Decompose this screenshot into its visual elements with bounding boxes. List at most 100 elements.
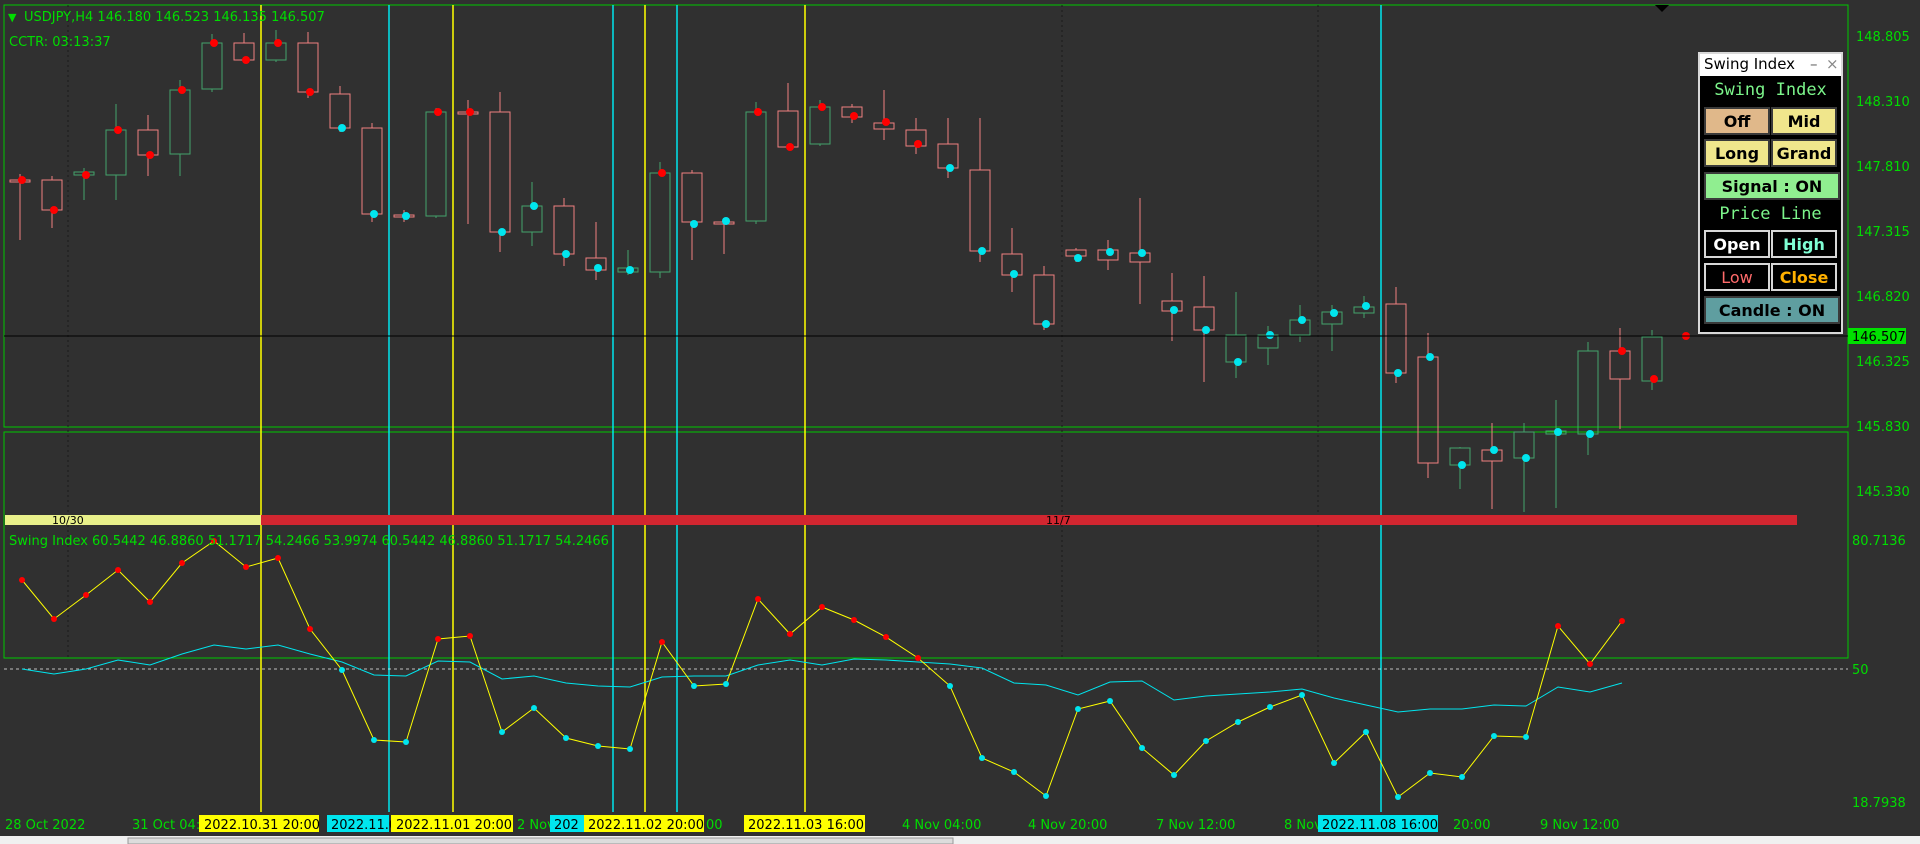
triangle-down-icon[interactable]: ▼	[8, 11, 17, 24]
signal-dot	[1330, 309, 1338, 317]
minimize-icon[interactable]: –	[1810, 55, 1818, 73]
signal-dot	[1554, 428, 1562, 436]
swing-index-point	[467, 633, 473, 639]
swing-index-point	[595, 743, 601, 749]
swing-index-point	[1523, 734, 1529, 740]
price-tick: 146.325	[1856, 355, 1910, 370]
signal-dot	[178, 86, 186, 94]
swing-index-point	[691, 683, 697, 689]
signal-dot	[1010, 270, 1018, 278]
swing-index-point	[883, 634, 889, 640]
swing-index-point	[1235, 719, 1241, 725]
open-line-button[interactable]: Open	[1704, 230, 1770, 258]
price-tick: 148.310	[1856, 95, 1910, 110]
signal-dot	[242, 56, 250, 64]
signal-dot	[498, 228, 506, 236]
signal-dot	[818, 103, 826, 111]
signal-dot	[1266, 331, 1274, 339]
swing-index-point	[1555, 623, 1561, 629]
swing-index-point	[19, 577, 25, 583]
signal-dot	[1138, 249, 1146, 257]
swing-index-point	[435, 636, 441, 642]
swing-index-point	[1363, 729, 1369, 735]
signal-dot	[690, 220, 698, 228]
signal-dot	[594, 264, 602, 272]
swing-index-point	[1267, 704, 1273, 710]
mid-button[interactable]: Mid	[1771, 107, 1837, 135]
swing-index-point	[531, 705, 537, 711]
signal-toggle-button[interactable]: Signal : ON	[1704, 172, 1840, 200]
price-tick: 145.330	[1856, 485, 1910, 500]
swing-index-point	[1331, 760, 1337, 766]
long-button[interactable]: Long	[1704, 139, 1770, 167]
signal-dot	[914, 140, 922, 148]
swing-index-panel: Swing Index – × Swing Index Off Mid Long…	[1698, 52, 1843, 334]
current-price-label: 146.507	[1852, 330, 1906, 345]
swing-index-point	[339, 667, 345, 673]
time-tag: 2022.10.31 20:00	[204, 818, 320, 833]
swing-index-point	[723, 681, 729, 687]
signal-dot	[434, 108, 442, 116]
close-icon[interactable]: ×	[1826, 55, 1839, 73]
swing-index-point	[275, 555, 281, 561]
candle-toggle-button[interactable]: Candle : ON	[1704, 296, 1840, 324]
swing-index-point	[179, 560, 185, 566]
price-tick: 145.830	[1856, 420, 1910, 435]
symbol-header: USDJPY,H4 146.180 146.523 146.135 146.50…	[24, 10, 325, 25]
swing-index-point	[915, 655, 921, 661]
swing-index-point	[1459, 774, 1465, 780]
swing-index-point	[403, 739, 409, 745]
low-line-button[interactable]: Low	[1704, 263, 1770, 291]
day-bar-left-label: 10/30	[52, 514, 84, 527]
swing-index-point	[83, 592, 89, 598]
swing-index-point	[115, 567, 121, 573]
signal-dot	[50, 206, 58, 214]
swing-index-point	[627, 746, 633, 752]
swing-index-point	[819, 604, 825, 610]
indicator-axis-bottom: 18.7938	[1852, 796, 1906, 811]
signal-dot	[946, 164, 954, 172]
day-bar-right-label: 11/7	[1046, 514, 1071, 527]
time-tick: 28 Oct 2022	[5, 818, 85, 833]
signal-dot	[1490, 446, 1498, 454]
time-tick: 2 Nov	[517, 818, 555, 833]
signal-dot	[1106, 248, 1114, 256]
swing-index-point	[851, 617, 857, 623]
signal-dot	[1170, 306, 1178, 314]
high-line-button[interactable]: High	[1771, 230, 1837, 258]
swing-index-point	[1171, 772, 1177, 778]
off-button[interactable]: Off	[1704, 107, 1770, 135]
countdown: CCTR: 03:13:37	[9, 35, 111, 50]
grand-button[interactable]: Grand	[1771, 139, 1837, 167]
signal-dot	[1298, 316, 1306, 324]
signal-dot	[1426, 353, 1434, 361]
price-tick: 148.805	[1856, 30, 1910, 45]
signal-dot	[882, 118, 890, 126]
signal-dot	[1394, 369, 1402, 377]
signal-dot	[370, 210, 378, 218]
swing-index-point	[947, 683, 953, 689]
swing-index-point	[1299, 692, 1305, 698]
signal-dot	[562, 250, 570, 258]
swing-index-point	[371, 737, 377, 743]
swing-index-point	[499, 729, 505, 735]
panel-titlebar[interactable]: Swing Index – ×	[1700, 54, 1841, 76]
swing-index-point	[51, 616, 57, 622]
panel-header-price-line: Price Line	[1719, 204, 1822, 224]
scroll-thumb[interactable]	[127, 837, 954, 844]
indicator-header: Swing Index 60.5442 46.8860 51.1717 54.2…	[9, 534, 609, 549]
swing-index-point	[1395, 794, 1401, 800]
signal-dot	[146, 151, 154, 159]
swing-index-point	[659, 639, 665, 645]
indicator-axis-mid: 50	[1852, 663, 1869, 678]
swing-index-point	[979, 755, 985, 761]
price-axis: 148.805 148.310 147.810 147.315 146.820 …	[1848, 30, 1910, 500]
signal-dot	[754, 108, 762, 116]
close-line-button[interactable]: Close	[1771, 263, 1837, 291]
swing-index-point	[1139, 745, 1145, 751]
indicator-axis-top: 80.7136	[1852, 534, 1906, 549]
signal-dot	[210, 39, 218, 47]
signal-dot	[466, 108, 474, 116]
price-chart-area[interactable]	[3, 4, 1849, 428]
signal-dot	[722, 217, 730, 225]
